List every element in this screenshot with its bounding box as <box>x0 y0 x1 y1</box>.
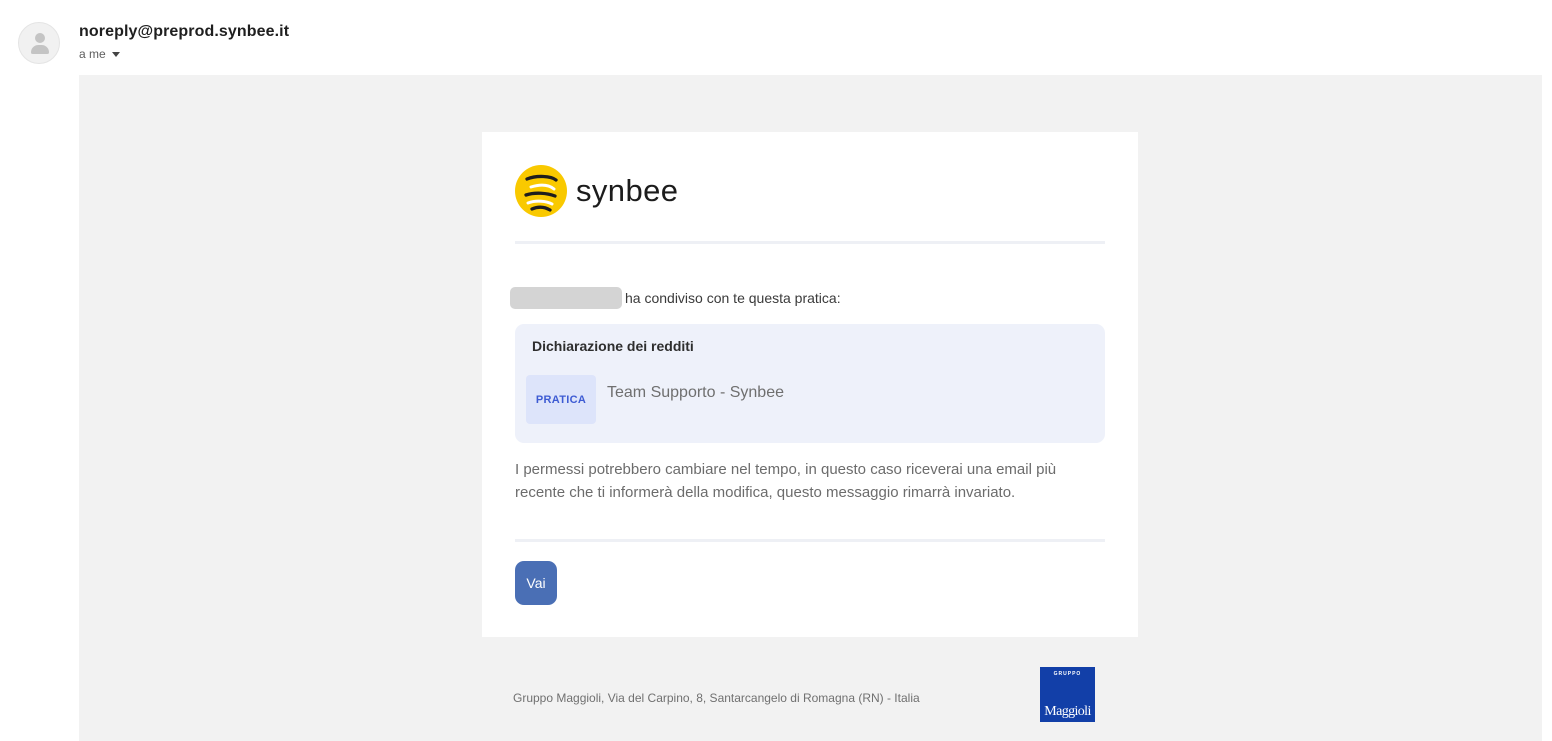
synbee-logo-text: synbee <box>576 173 679 208</box>
redacted-sharer-name <box>510 287 622 309</box>
synbee-logo: synbee <box>515 165 678 217</box>
caret-down-icon[interactable] <box>111 52 120 57</box>
practice-team: Team Supporto - Synbee <box>607 384 784 401</box>
practice-title: Dichiarazione dei redditi <box>532 338 694 354</box>
footer-address: Gruppo Maggioli, Via del Carpino, 8, San… <box>513 691 920 705</box>
maggioli-logo-name: Maggioli <box>1044 704 1091 719</box>
permissions-notice: I permessi potrebbero cambiare nel tempo… <box>515 461 1057 501</box>
practice-box: Dichiarazione dei redditi PRATICA Team S… <box>515 324 1105 443</box>
email-card: synbee ha condiviso con te questa pratic… <box>482 132 1138 637</box>
sender-address: noreply@preprod.synbee.it <box>79 23 290 40</box>
header-divider <box>515 241 1105 244</box>
person-icon-body <box>31 45 49 54</box>
synbee-logo-icon <box>515 165 567 217</box>
practice-tag: PRATICA <box>526 375 596 424</box>
maggioli-logo: GRUPPO Maggioli <box>1040 667 1095 722</box>
person-icon-head <box>35 33 45 43</box>
recipient-label: a me <box>79 47 106 61</box>
share-text: ha condiviso con te questa pratica: <box>625 290 841 306</box>
sender-avatar <box>18 22 60 64</box>
share-line: ha condiviso con te questa pratica: <box>510 287 841 309</box>
recipient-line: a me <box>79 47 120 61</box>
maggioli-logo-top: GRUPPO <box>1053 671 1082 677</box>
footer-divider <box>515 539 1105 542</box>
vai-button[interactable]: Vai <box>515 561 557 605</box>
